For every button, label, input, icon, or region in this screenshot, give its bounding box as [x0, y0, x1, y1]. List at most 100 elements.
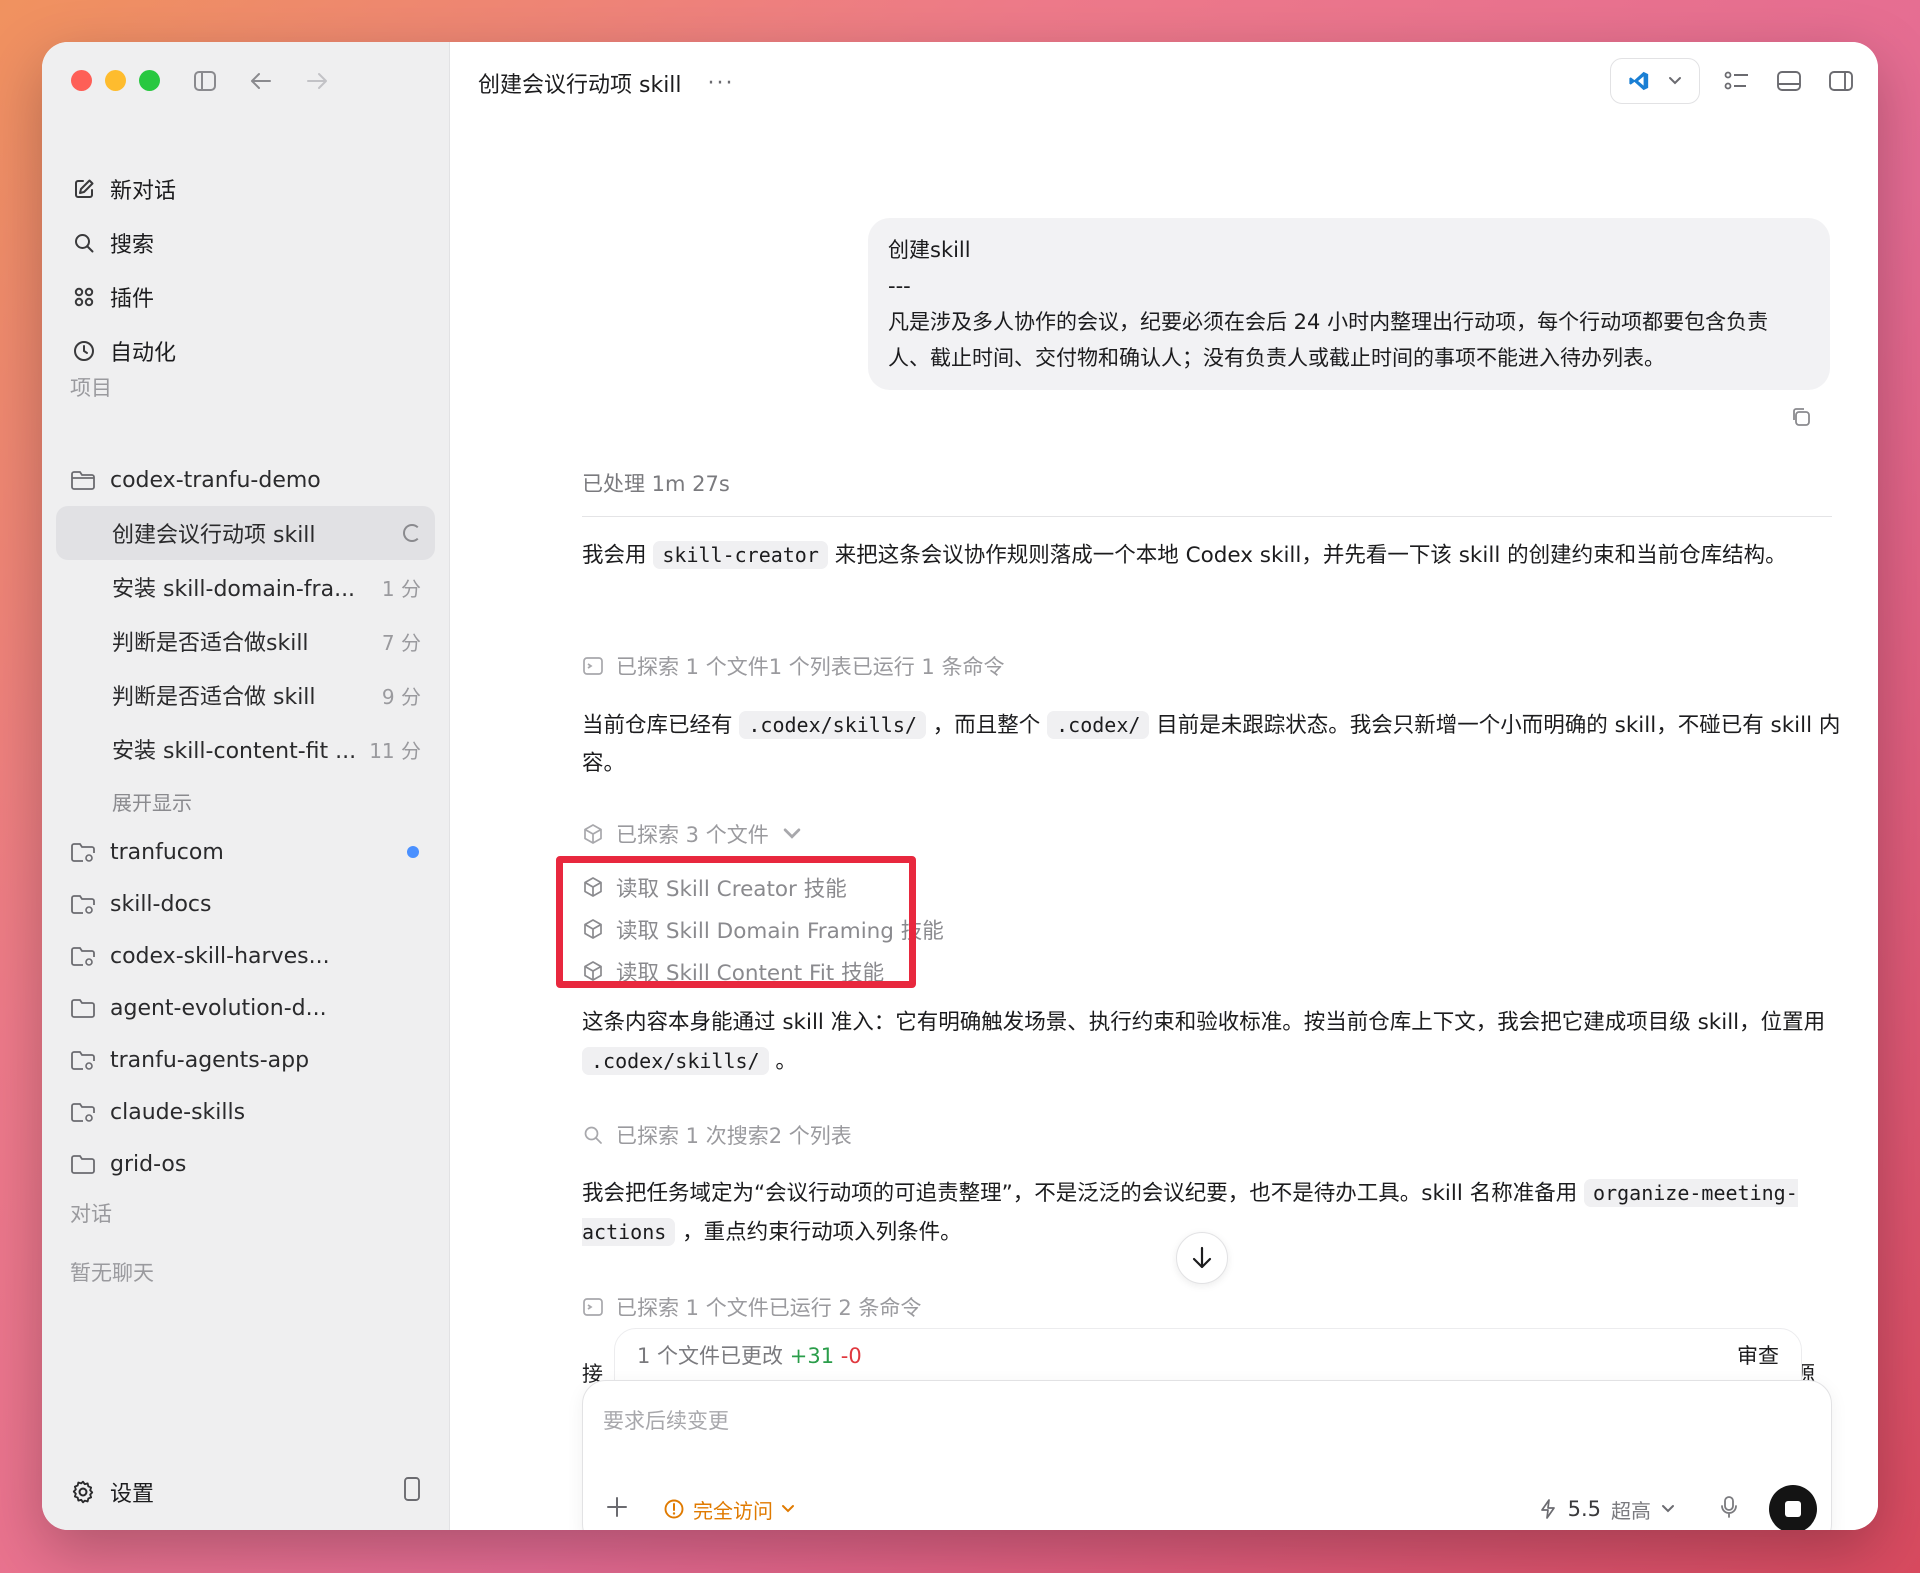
- chat-item[interactable]: 安装 skill-content-fit ... 11 分: [56, 722, 435, 776]
- project-claude-skills[interactable]: claude-skills: [56, 1086, 435, 1138]
- clock-icon: [74, 341, 94, 361]
- projects-section-label: 项目: [70, 376, 112, 400]
- project-grid-os[interactable]: grid-os: [56, 1138, 435, 1190]
- activity-text: 已探索 3 个文件: [616, 823, 769, 847]
- nav-automation[interactable]: 自动化: [70, 324, 435, 378]
- nav-new-chat[interactable]: 新对话: [70, 162, 435, 216]
- folder-git-icon: [71, 1051, 95, 1070]
- project-agent-evolution[interactable]: agent-evolution-d...: [56, 982, 435, 1034]
- chevron-down-icon: [783, 828, 800, 839]
- nav-label: 搜索: [110, 233, 155, 258]
- gear-icon: [72, 1480, 94, 1504]
- inline-code: .codex/skills/: [739, 711, 926, 739]
- file-changes-bar[interactable]: 1 个文件已更改 +31 -0 审查: [614, 1328, 1802, 1382]
- inline-code: skill-creator: [653, 541, 828, 569]
- project-skill-docs[interactable]: skill-docs: [56, 878, 435, 930]
- assistant-paragraph: 这条内容本身能通过 skill 准入：它有明确触发场景、执行约束和验收标准。按当…: [582, 1004, 1842, 1081]
- chevron-down-icon: [782, 1505, 794, 1513]
- stop-icon: [1785, 1501, 1801, 1517]
- folder-icon: [71, 999, 95, 1018]
- forward-arrow-icon[interactable]: [304, 68, 330, 94]
- chevron-down-icon: [1662, 1505, 1674, 1513]
- maximize-window-button[interactable]: [139, 70, 160, 91]
- project-name: grid-os: [110, 1151, 187, 1177]
- activity-summary[interactable]: 已探索 1 个文件已运行 2 条命令: [582, 1292, 921, 1322]
- plus-icon: [607, 1497, 627, 1517]
- chat-time: 11 分: [369, 738, 421, 763]
- microphone-button[interactable]: [1719, 1495, 1739, 1523]
- activity-text: 已探索 1 个文件1 个列表已运行 1 条命令: [616, 655, 1005, 679]
- arrow-down-icon: [1192, 1246, 1212, 1269]
- project-codex-tranfu-demo[interactable]: codex-tranfu-demo: [56, 454, 435, 506]
- user-message-bubble: 创建skill --- 凡是涉及多人协作的会议，纪要必须在会后 24 小时内整理…: [868, 218, 1830, 390]
- text-segment: 我会把任务域定为“会议行动项的可追责整理”，不是泛泛的会议纪要，也不是待办工具。…: [582, 1181, 1578, 1206]
- text-segment: 我会用: [582, 543, 647, 568]
- terminal-panel-icon[interactable]: [1774, 66, 1804, 96]
- lines-added: +31: [789, 1344, 835, 1368]
- annotation-highlight-box: [556, 856, 916, 988]
- text-segment: 当前仓库已经有: [582, 713, 733, 738]
- sidebar-nav: 新对话 搜索 插件 自动化: [70, 162, 435, 378]
- project-name: tranfucom: [110, 839, 224, 865]
- folder-git-icon: [71, 1103, 95, 1122]
- sidebar-toggle-icon[interactable]: [192, 68, 218, 94]
- activity-summary[interactable]: 已探索 1 次搜索2 个列表: [582, 1120, 852, 1150]
- open-in-editor-button[interactable]: [1610, 58, 1700, 104]
- minimize-window-button[interactable]: [105, 70, 126, 91]
- stop-generation-button[interactable]: [1769, 1485, 1817, 1530]
- close-window-button[interactable]: [71, 70, 92, 91]
- terminal-icon: [583, 1298, 603, 1316]
- changes-summary: 1 个文件已更改 +31 -0: [637, 1340, 862, 1370]
- copy-icon[interactable]: [1790, 406, 1812, 432]
- chat-item[interactable]: 判断是否适合做skill 7 分: [56, 614, 435, 668]
- activity-text: 已探索 1 次搜索2 个列表: [616, 1124, 852, 1148]
- text-segment: ，重点约束行动项入列条件。: [682, 1220, 962, 1245]
- model-selector[interactable]: 5.5 超高: [1538, 1495, 1675, 1524]
- changes-text: 1 个文件已更改: [637, 1344, 784, 1368]
- access-level-selector[interactable]: 完全访问: [663, 1495, 795, 1524]
- right-panel-icon[interactable]: [1826, 66, 1856, 96]
- back-arrow-icon[interactable]: [248, 68, 274, 94]
- activity-summary[interactable]: 已探索 1 个文件1 个列表已运行 1 条命令: [582, 651, 1004, 681]
- nav-label: 自动化: [110, 341, 177, 366]
- top-right-toolbar: [1610, 58, 1856, 104]
- activity-summary-expanded[interactable]: 已探索 3 个文件: [582, 819, 803, 849]
- scroll-to-bottom-button[interactable]: [1176, 1232, 1228, 1284]
- conversations-section-label: 对话: [70, 1202, 112, 1226]
- settings-button[interactable]: 设置: [70, 1476, 154, 1508]
- inline-code: .codex/skills/: [582, 1047, 769, 1075]
- chat-item[interactable]: 安装 skill-domain-fra... 1 分: [56, 560, 435, 614]
- nav-label: 插件: [110, 287, 155, 312]
- folder-git-icon: [71, 843, 95, 862]
- folder-git-icon: [71, 947, 95, 966]
- device-icon[interactable]: [403, 1476, 421, 1508]
- task-list-icon[interactable]: [1722, 66, 1752, 96]
- text-segment: 。: [775, 1049, 797, 1074]
- access-label: 完全访问: [693, 1498, 773, 1523]
- project-codex-skill-harves[interactable]: codex-skill-harves...: [56, 930, 435, 982]
- user-message-line: 凡是涉及多人协作的会议，纪要必须在会后 24 小时内整理出行动项，每个行动项都要…: [888, 310, 1769, 370]
- project-tranfucom[interactable]: tranfucom: [56, 826, 435, 878]
- project-name: codex-skill-harves...: [110, 943, 330, 969]
- lines-removed: -0: [840, 1344, 862, 1368]
- search-icon: [584, 1126, 602, 1144]
- nav-search[interactable]: 搜索: [70, 216, 435, 270]
- user-message-line: ---: [888, 274, 911, 298]
- chat-item[interactable]: 判断是否适合做 skill 9 分: [56, 668, 435, 722]
- folder-open-icon: [71, 471, 95, 490]
- more-options-button[interactable]: ···: [708, 71, 735, 96]
- assistant-paragraph: 当前仓库已经有 .codex/skills/ ，而且整个 .codex/ 目前是…: [582, 706, 1842, 783]
- project-tranfu-agents-app[interactable]: tranfu-agents-app: [56, 1034, 435, 1086]
- add-attachment-button[interactable]: [605, 1495, 629, 1523]
- chat-item[interactable]: 创建会议行动项 skill: [56, 506, 435, 560]
- review-button[interactable]: 审查: [1737, 1340, 1779, 1370]
- main-panel: 创建会议行动项 skill ··· 创建skill --- 凡是涉及多人协作的会…: [450, 42, 1878, 1530]
- chevron-down-icon: [1669, 77, 1681, 85]
- chat-title: 安装 skill-domain-fra...: [112, 577, 356, 602]
- processed-time[interactable]: 已处理 1m 27s: [582, 468, 730, 498]
- nav-plugins[interactable]: 插件: [70, 270, 435, 324]
- show-more-link[interactable]: 展开显示: [56, 776, 435, 826]
- composer-input[interactable]: 要求后续变更: [603, 1405, 729, 1435]
- assistant-paragraph: 我会用 skill-creator 来把这条会议协作规则落成一个本地 Codex…: [582, 536, 1842, 575]
- folder-icon: [71, 1155, 95, 1174]
